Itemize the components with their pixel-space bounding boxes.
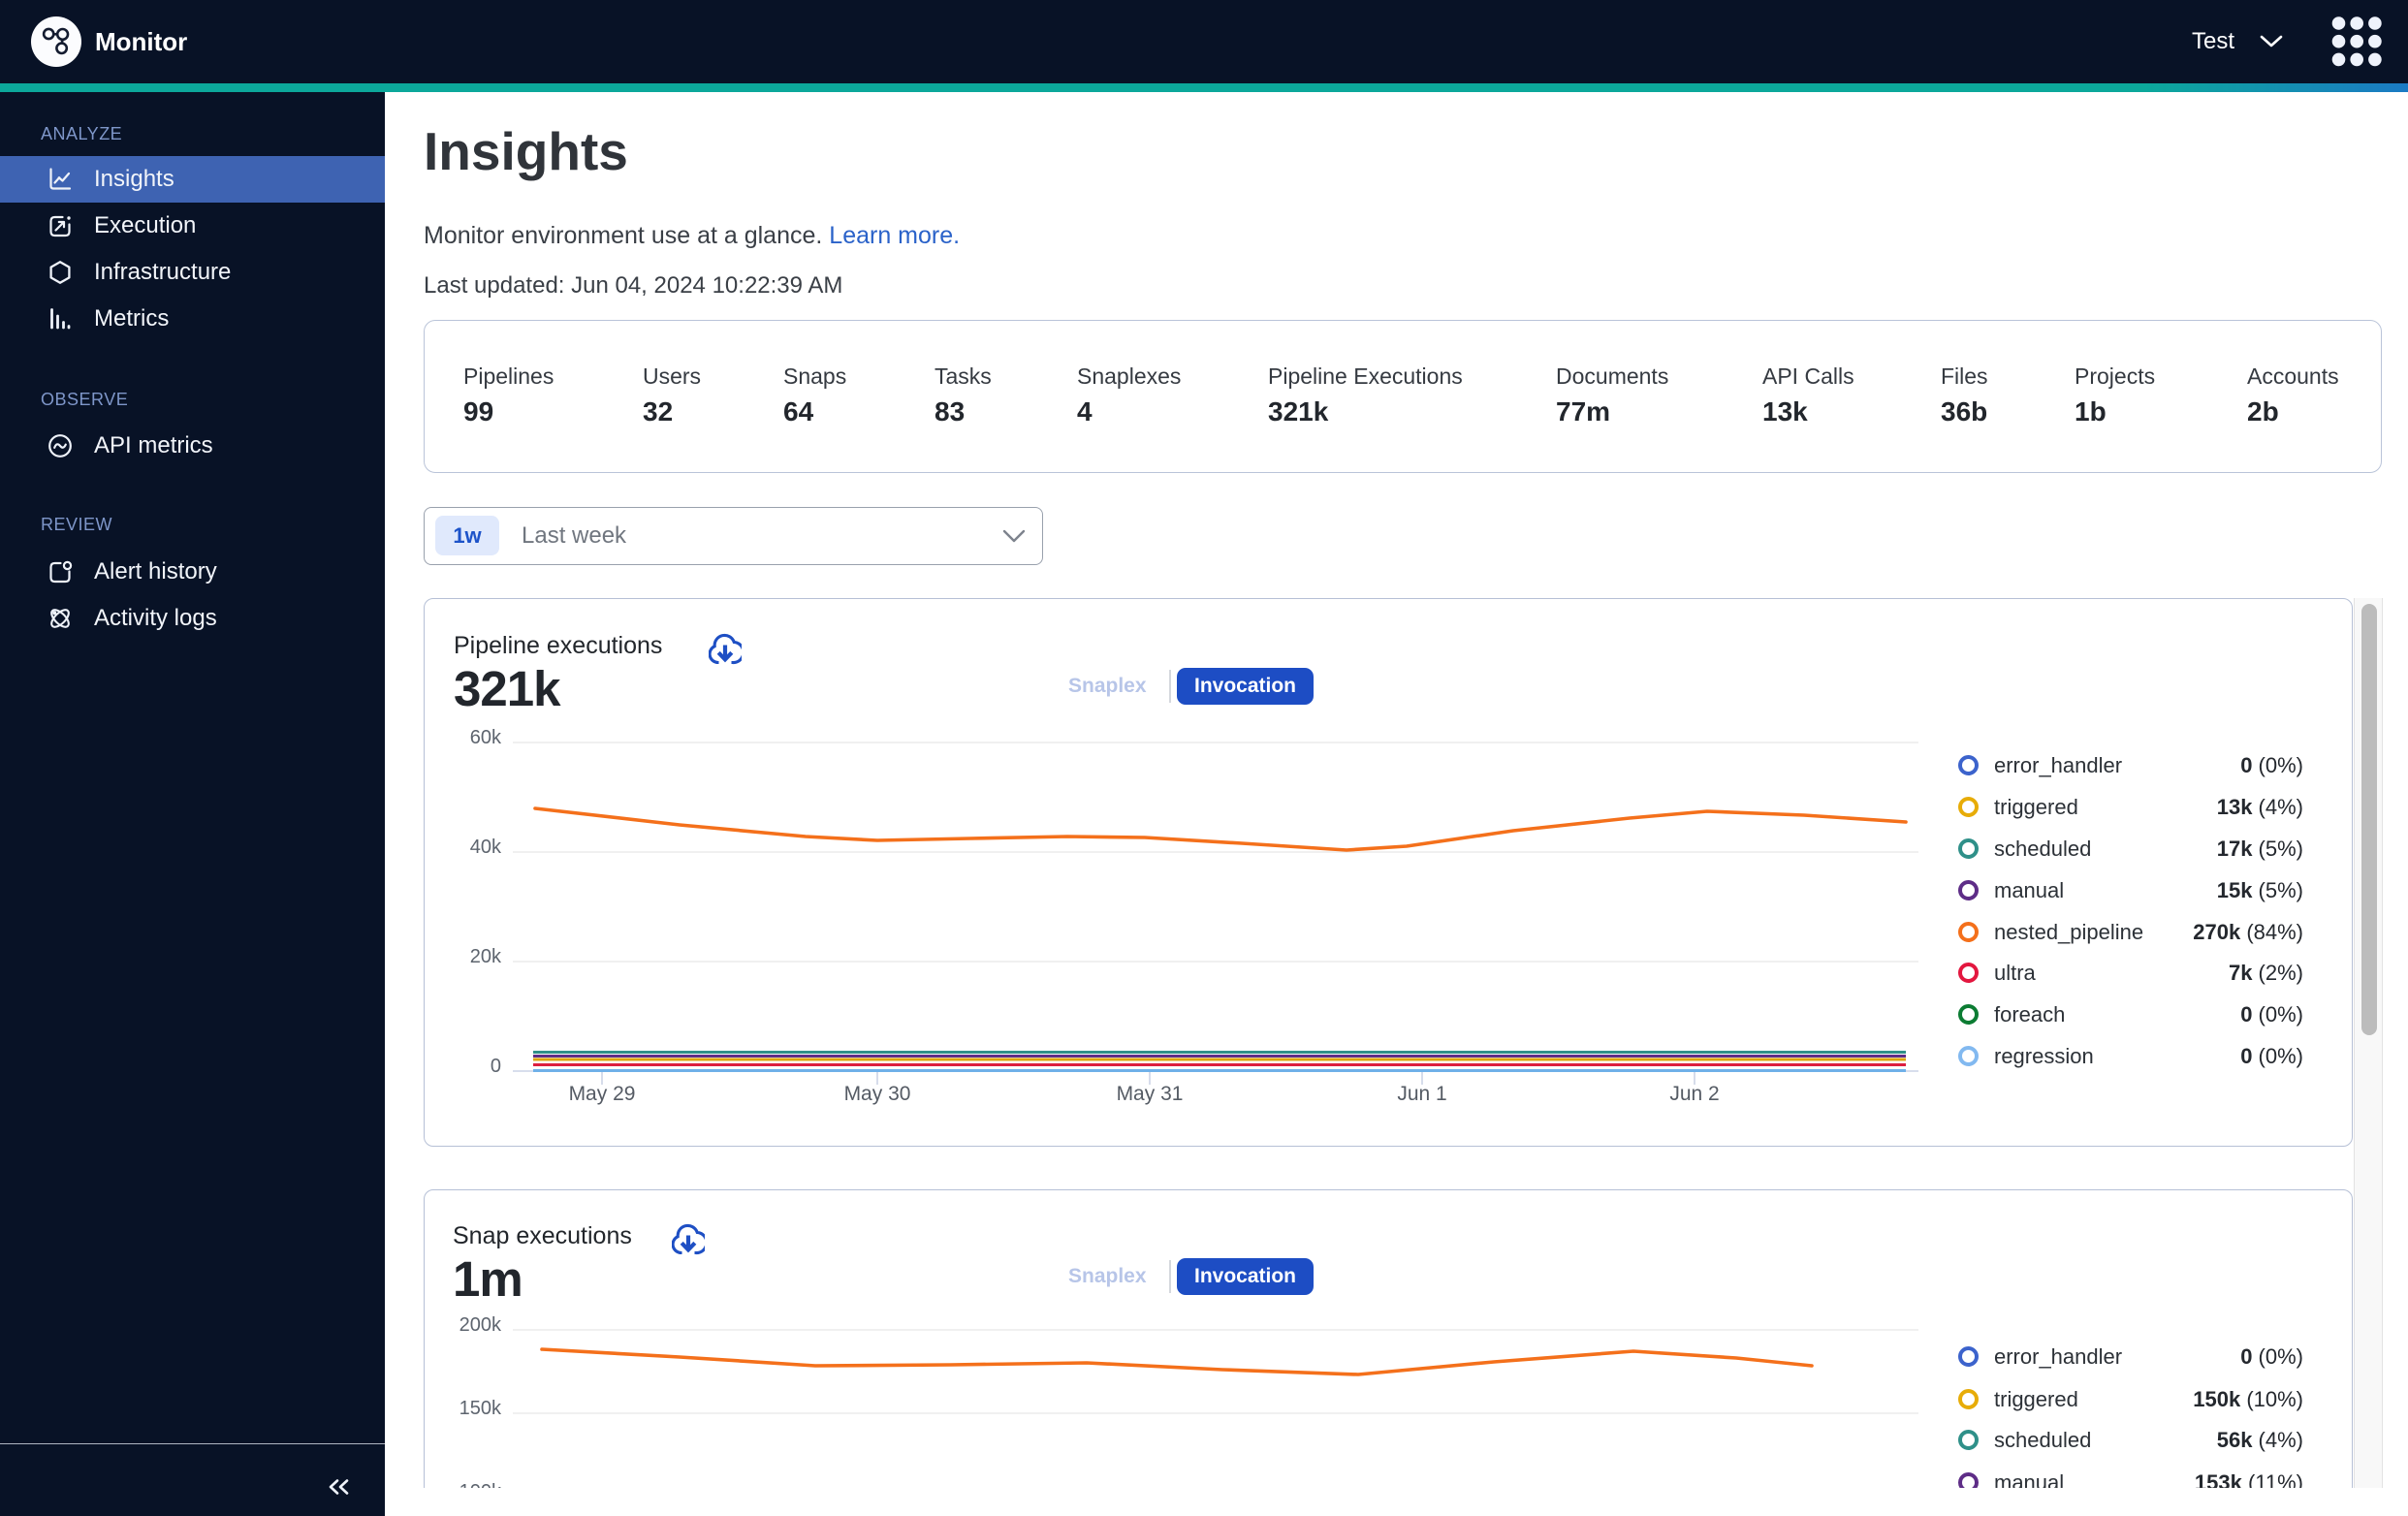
svg-text:20k: 20k xyxy=(470,946,502,967)
svg-text:May 31: May 31 xyxy=(1117,1083,1184,1105)
svg-text:Jun 2: Jun 2 xyxy=(1669,1083,1719,1105)
svg-text:May 30: May 30 xyxy=(844,1083,911,1105)
svg-text:May 29: May 29 xyxy=(569,1083,636,1105)
svg-text:150k: 150k xyxy=(459,1398,502,1419)
svg-text:Jun 1: Jun 1 xyxy=(1397,1083,1446,1105)
svg-text:60k: 60k xyxy=(470,727,502,748)
svg-text:100k: 100k xyxy=(459,1481,502,1488)
svg-text:40k: 40k xyxy=(470,837,502,858)
svg-text:0: 0 xyxy=(491,1056,501,1077)
svg-text:200k: 200k xyxy=(459,1314,502,1336)
